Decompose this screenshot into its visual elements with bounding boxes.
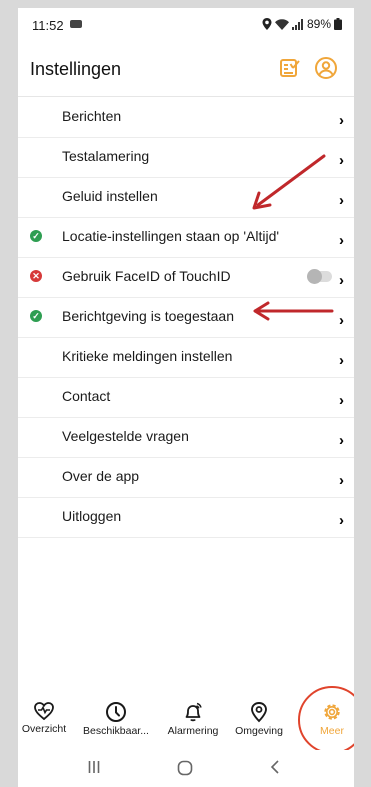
settings-item-over-de-app[interactable]: Over de app › [18, 458, 354, 498]
settings-item-label: Gebruik FaceID of TouchID [62, 268, 231, 284]
settings-item-locatie[interactable]: ✓ Locatie-instellingen staan op 'Altijd'… [18, 218, 354, 258]
clock-icon [106, 702, 126, 722]
settings-item-testalamering[interactable]: Testalamering › [18, 138, 354, 178]
settings-list: Berichten › Testalamering › Geluid inste… [18, 98, 354, 538]
heart-pulse-icon [34, 702, 54, 721]
nav-item-alarmering[interactable]: Alarmering [160, 701, 226, 737]
recent-apps-icon [88, 761, 100, 773]
home-button[interactable] [177, 760, 193, 781]
settings-item-label: Contact [62, 388, 111, 404]
nav-label: Overzicht [21, 723, 67, 735]
bell-icon [185, 702, 202, 722]
settings-item-label: Over de app [62, 468, 140, 484]
settings-item-label: Berichten [62, 108, 122, 124]
chevron-right-icon: › [339, 352, 344, 369]
location-pin-icon [251, 702, 267, 723]
toggle-knob [307, 269, 322, 284]
nav-item-omgeving[interactable]: Omgeving [228, 701, 290, 737]
battery-percentage: 89% [306, 17, 331, 31]
bottom-navigation: Overzicht Beschikbaar... Alarmering Omge… [18, 686, 354, 754]
nav-label: Beschikbaar... [83, 725, 149, 737]
nav-item-meer[interactable]: Meer [310, 701, 354, 737]
status-bar: 11:52 89% [18, 8, 354, 40]
chevron-right-icon: › [339, 272, 344, 289]
settings-item-geluid-instellen[interactable]: Geluid instellen › [18, 178, 354, 218]
settings-item-berichten[interactable]: Berichten › [18, 98, 354, 138]
news-list-button[interactable] [278, 56, 302, 80]
nav-item-overzicht[interactable]: Overzicht [18, 701, 72, 735]
signal-icon [291, 18, 303, 30]
settings-item-label: Berichtgeving is toegestaan [62, 308, 234, 324]
nav-item-beschikbaarheid[interactable]: Beschikbaar... [70, 701, 162, 737]
user-profile-icon [315, 57, 337, 79]
profile-button[interactable] [314, 56, 338, 80]
settings-item-label: Testalamering [62, 148, 150, 164]
gear-icon [324, 704, 340, 720]
nav-label: Alarmering [167, 725, 219, 737]
faceid-toggle[interactable] [307, 269, 332, 284]
settings-item-label: Uitloggen [62, 508, 122, 524]
status-indicators: 89% [262, 17, 342, 31]
settings-item-kritieke-meldingen[interactable]: Kritieke meldingen instellen › [18, 338, 354, 378]
error-circle-icon: ✕ [30, 270, 42, 282]
recent-apps-button[interactable] [88, 760, 100, 779]
page-title: Instellingen [30, 59, 122, 79]
chevron-right-icon: › [339, 312, 344, 329]
system-navigation-bar [18, 750, 354, 787]
settings-item-veelgestelde-vragen[interactable]: Veelgestelde vragen › [18, 418, 354, 458]
chevron-right-icon: › [339, 232, 344, 249]
location-status-icon [262, 18, 272, 30]
battery-icon [334, 18, 342, 30]
home-icon [177, 760, 193, 776]
chevron-right-icon: › [339, 432, 344, 449]
settings-item-uitloggen[interactable]: Uitloggen › [18, 498, 354, 538]
settings-item-label: Locatie-instellingen staan op 'Altijd' [62, 228, 280, 244]
settings-item-label: Kritieke meldingen instellen [62, 348, 233, 364]
check-circle-icon: ✓ [30, 230, 42, 242]
settings-item-berichtgeving[interactable]: ✓ Berichtgeving is toegestaan › [18, 298, 354, 338]
message-notification-icon [70, 20, 82, 28]
chevron-right-icon: › [339, 152, 344, 169]
settings-item-label: Geluid instellen [62, 188, 158, 204]
settings-item-label: Veelgestelde vragen [62, 428, 189, 444]
back-icon [270, 760, 279, 774]
news-list-icon [280, 59, 300, 77]
settings-item-faceid[interactable]: ✕ Gebruik FaceID of TouchID › [18, 258, 354, 298]
phone-screen: 11:52 89% Instellingen Berichten › Testa… [18, 8, 354, 787]
settings-item-contact[interactable]: Contact › [18, 378, 354, 418]
wifi-icon [274, 18, 289, 30]
nav-label: Omgeving [235, 725, 283, 737]
chevron-right-icon: › [339, 192, 344, 209]
check-circle-icon: ✓ [30, 310, 42, 322]
chevron-right-icon: › [339, 512, 344, 529]
back-button[interactable] [270, 760, 280, 779]
chevron-right-icon: › [339, 392, 344, 409]
nav-label: Meer [320, 725, 344, 737]
chevron-right-icon: › [339, 472, 344, 489]
chevron-right-icon: › [339, 112, 344, 129]
status-time: 11:52 [32, 18, 64, 33]
app-header: Instellingen [18, 40, 354, 97]
